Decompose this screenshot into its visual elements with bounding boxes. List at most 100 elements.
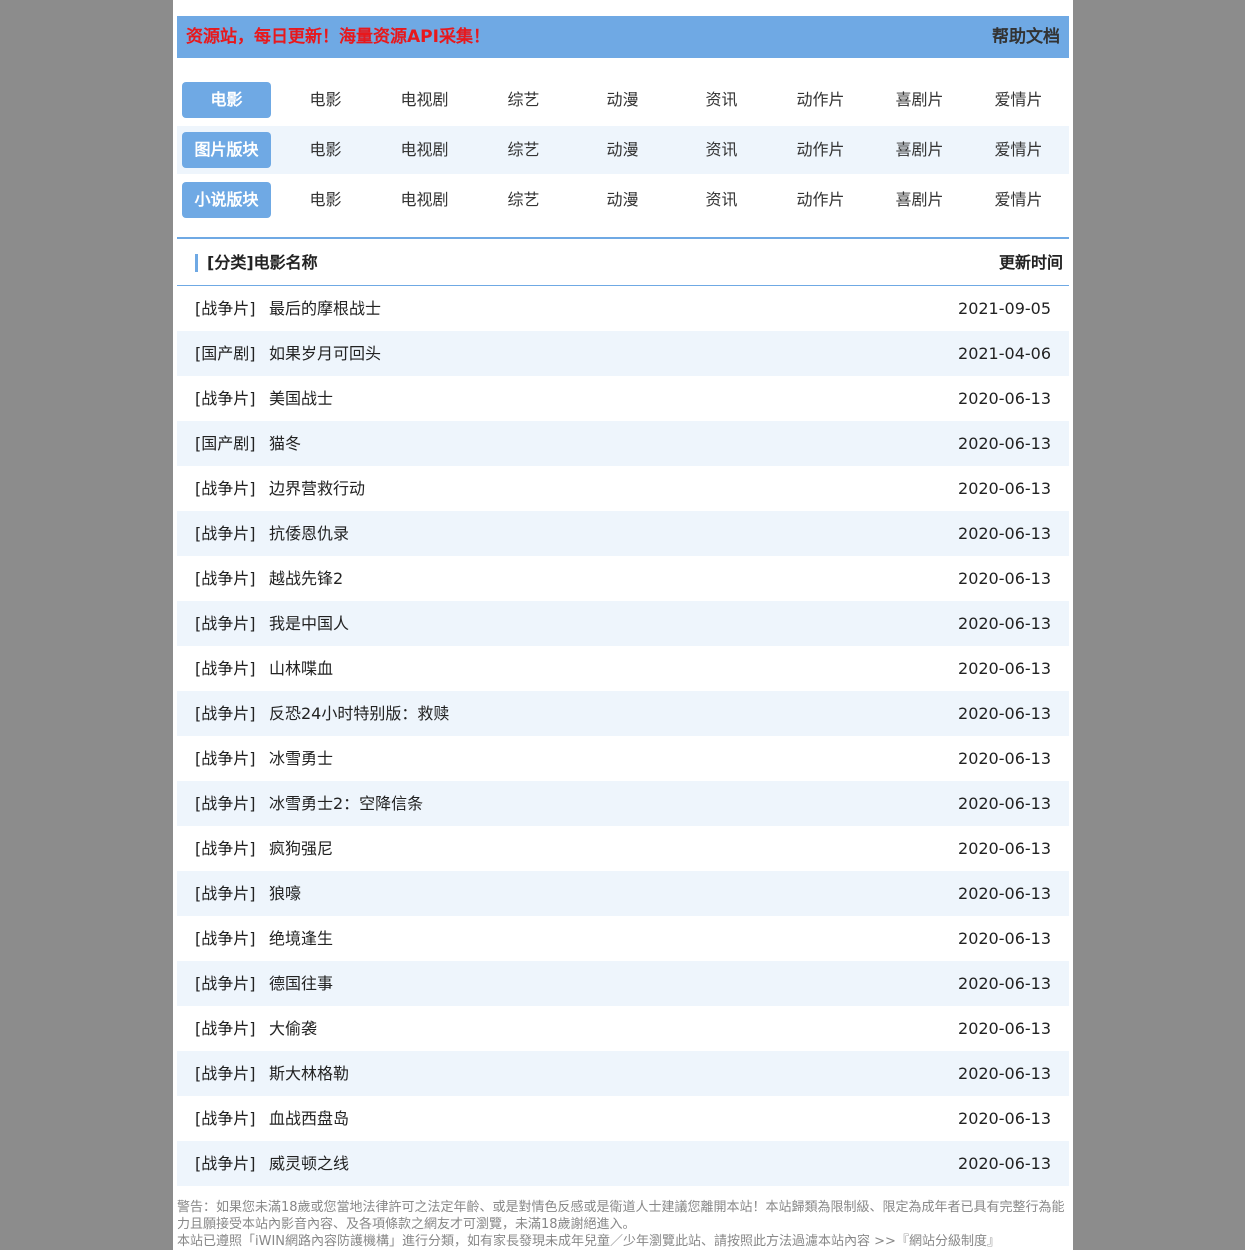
item-title-link[interactable]: 猫冬 xyxy=(269,421,301,466)
list-item[interactable]: [战争片] 山林喋血 2020-06-13 xyxy=(177,646,1069,691)
item-date: 2020-06-13 xyxy=(958,479,1051,498)
nav-item[interactable]: 电影 xyxy=(276,176,375,224)
item-title-link[interactable]: 我是中国人 xyxy=(269,601,349,646)
item-category: [战争片] xyxy=(195,839,256,858)
item-category: [战争片] xyxy=(195,479,256,498)
item-title-link[interactable]: 威灵顿之线 xyxy=(269,1141,349,1186)
list-item[interactable]: [战争片] 我是中国人 2020-06-13 xyxy=(177,601,1069,646)
nav-item[interactable]: 综艺 xyxy=(474,176,573,224)
list-item[interactable]: [战争片] 冰雪勇士2：空降信条 2020-06-13 xyxy=(177,781,1069,826)
nav-item[interactable]: 资讯 xyxy=(672,76,771,124)
nav-item[interactable]: 爱情片 xyxy=(969,176,1068,224)
nav-item[interactable]: 动漫 xyxy=(573,176,672,224)
list-item[interactable]: [战争片] 抗倭恩仇录 2020-06-13 xyxy=(177,511,1069,556)
nav-item[interactable]: 动作片 xyxy=(771,126,870,174)
item-category: [战争片] xyxy=(195,614,256,633)
nav-item[interactable]: 电影 xyxy=(276,126,375,174)
footer-warning: 警告：如果您未滿18歲或您當地法律許可之法定年齡、或是對情色反感或是衛道人士建議… xyxy=(177,1199,1069,1250)
item-title-link[interactable]: 反恐24小时特别版：救赎 xyxy=(269,691,449,736)
nav-item[interactable]: 喜剧片 xyxy=(870,176,969,224)
list-item[interactable]: [战争片] 德国往事 2020-06-13 xyxy=(177,961,1069,1006)
list-item[interactable]: [战争片] 美国战士 2020-06-13 xyxy=(177,376,1069,421)
item-category: [战争片] xyxy=(195,794,256,813)
list-item[interactable]: [战争片] 绝境逢生 2020-06-13 xyxy=(177,916,1069,961)
nav-row-label[interactable]: 图片版块 xyxy=(182,132,271,168)
list-item[interactable]: [国产剧] 猫冬 2020-06-13 xyxy=(177,421,1069,466)
nav-item[interactable]: 动漫 xyxy=(573,76,672,124)
list-item[interactable]: [战争片] 反恐24小时特别版：救赎 2020-06-13 xyxy=(177,691,1069,736)
nav-item[interactable]: 电视剧 xyxy=(375,126,474,174)
item-title-link[interactable]: 越战先锋2 xyxy=(269,556,343,601)
movie-list: [分类]电影名称 更新时间 [战争片] 最后的摩根战士 2021-09-05 [国产剧… xyxy=(177,237,1069,1186)
item-category: [国产剧] xyxy=(195,434,256,453)
item-date: 2020-06-13 xyxy=(958,839,1051,858)
nav-item[interactable]: 喜剧片 xyxy=(870,76,969,124)
nav-item[interactable]: 电视剧 xyxy=(375,176,474,224)
item-date: 2020-06-13 xyxy=(958,794,1051,813)
nav-row-label[interactable]: 小说版块 xyxy=(182,182,271,218)
item-title-link[interactable]: 山林喋血 xyxy=(269,646,333,691)
list-item[interactable]: [战争片] 斯大林格勒 2020-06-13 xyxy=(177,1051,1069,1096)
list-item[interactable]: [战争片] 越战先锋2 2020-06-13 xyxy=(177,556,1069,601)
site-title: 资源站，每日更新！海量资源API采集！ xyxy=(186,27,490,47)
list-item[interactable]: [战争片] 血战西盘岛 2020-06-13 xyxy=(177,1096,1069,1141)
item-title-link[interactable]: 疯狗强尼 xyxy=(269,826,333,871)
nav-item[interactable]: 爱情片 xyxy=(969,76,1068,124)
nav-item[interactable]: 综艺 xyxy=(474,126,573,174)
item-title-link[interactable]: 血战西盘岛 xyxy=(269,1096,349,1141)
nav-item[interactable]: 动漫 xyxy=(573,126,672,174)
item-category: [战争片] xyxy=(195,704,256,723)
item-title-link[interactable]: 绝境逢生 xyxy=(269,916,333,961)
item-title-link[interactable]: 冰雪勇士 xyxy=(269,736,333,781)
item-date: 2021-09-05 xyxy=(958,299,1051,318)
item-date: 2021-04-06 xyxy=(958,344,1051,363)
nav-row: 图片版块 电影 电视剧 综艺 动漫 资讯 动作片 喜剧片 爱情片 xyxy=(177,126,1069,174)
item-category: [战争片] xyxy=(195,1019,256,1038)
site-header: 资源站，每日更新！海量资源API采集！ 帮助文档 xyxy=(177,16,1069,58)
item-title-link[interactable]: 如果岁月可回头 xyxy=(269,331,381,376)
item-date: 2020-06-13 xyxy=(958,1019,1051,1038)
item-title-link[interactable]: 美国战士 xyxy=(269,376,333,421)
list-item[interactable]: [战争片] 边界营救行动 2020-06-13 xyxy=(177,466,1069,511)
item-title-link[interactable]: 最后的摩根战士 xyxy=(269,286,381,331)
list-item[interactable]: [战争片] 大偷袭 2020-06-13 xyxy=(177,1006,1069,1051)
nav-item[interactable]: 资讯 xyxy=(672,126,771,174)
list-item[interactable]: [战争片] 最后的摩根战士 2021-09-05 xyxy=(177,286,1069,331)
item-title-link[interactable]: 德国往事 xyxy=(269,961,333,1006)
nav-item[interactable]: 动作片 xyxy=(771,176,870,224)
item-category: [战争片] xyxy=(195,1154,256,1173)
help-docs-link[interactable]: 帮助文档 xyxy=(992,16,1060,58)
item-title-link[interactable]: 抗倭恩仇录 xyxy=(269,511,349,556)
item-date: 2020-06-13 xyxy=(958,749,1051,768)
item-title-link[interactable]: 冰雪勇士2：空降信条 xyxy=(269,781,423,826)
item-title-link[interactable]: 边界营救行动 xyxy=(269,466,365,511)
item-category: [战争片] xyxy=(195,659,256,678)
item-title-link[interactable]: 狼嚎 xyxy=(269,871,301,916)
item-title-link[interactable]: 大偷袭 xyxy=(269,1006,317,1051)
list-item[interactable]: [战争片] 狼嚎 2020-06-13 xyxy=(177,871,1069,916)
nav-item[interactable]: 资讯 xyxy=(672,176,771,224)
list-item[interactable]: [战争片] 威灵顿之线 2020-06-13 xyxy=(177,1141,1069,1186)
nav-item[interactable]: 电影 xyxy=(276,76,375,124)
item-title-link[interactable]: 斯大林格勒 xyxy=(269,1051,349,1096)
item-date: 2020-06-13 xyxy=(958,1109,1051,1128)
list-item[interactable]: [战争片] 疯狗强尼 2020-06-13 xyxy=(177,826,1069,871)
item-category: [战争片] xyxy=(195,389,256,408)
list-rows: [战争片] 最后的摩根战士 2021-09-05 [国产剧] 如果岁月可回头 2021-0… xyxy=(177,286,1069,1186)
item-category: [战争片] xyxy=(195,569,256,588)
nav-row-label[interactable]: 电影 xyxy=(182,82,271,118)
page: 资源站，每日更新！海量资源API采集！ 帮助文档 电影 电影 电视剧 综艺 动漫 资讯 动作… xyxy=(173,0,1073,1250)
nav-item[interactable]: 爱情片 xyxy=(969,126,1068,174)
item-category: [国产剧] xyxy=(195,344,256,363)
nav-item[interactable]: 喜剧片 xyxy=(870,126,969,174)
list-item[interactable]: [战争片] 冰雪勇士 2020-06-13 xyxy=(177,736,1069,781)
item-date: 2020-06-13 xyxy=(958,1154,1051,1173)
list-item[interactable]: [国产剧] 如果岁月可回头 2021-04-06 xyxy=(177,331,1069,376)
item-category: [战争片] xyxy=(195,299,256,318)
nav-row: 小说版块 电影 电视剧 综艺 动漫 资讯 动作片 喜剧片 爱情片 xyxy=(177,176,1069,224)
item-date: 2020-06-13 xyxy=(958,569,1051,588)
nav-item[interactable]: 电视剧 xyxy=(375,76,474,124)
nav-item[interactable]: 综艺 xyxy=(474,76,573,124)
item-date: 2020-06-13 xyxy=(958,884,1051,903)
nav-item[interactable]: 动作片 xyxy=(771,76,870,124)
